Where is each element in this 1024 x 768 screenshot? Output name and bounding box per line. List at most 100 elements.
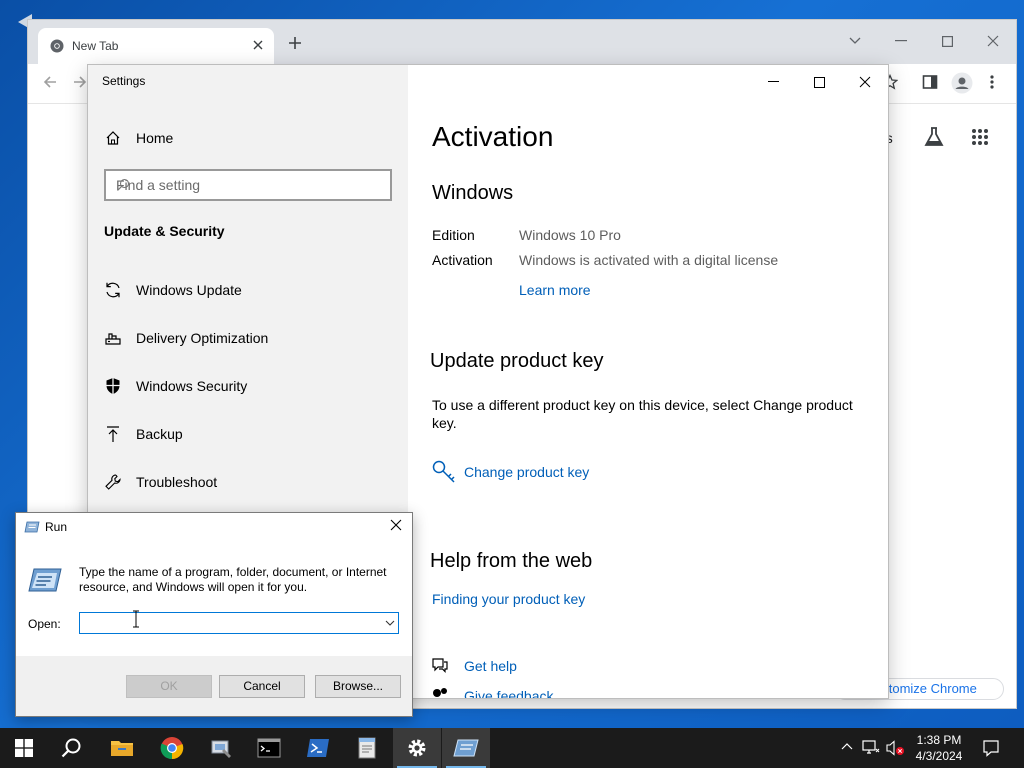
nav-windows-update[interactable]: Windows Update (104, 278, 242, 302)
nav-home-label: Home (136, 130, 174, 146)
chrome-tab-title: New Tab (72, 39, 119, 53)
nav-troubleshoot[interactable]: Troubleshoot (104, 470, 217, 494)
run-program-icon (28, 567, 62, 593)
notification-icon[interactable] (982, 739, 1000, 757)
app-taskbar-button-2[interactable] (343, 728, 391, 768)
settings-taskbar-button[interactable] (393, 728, 441, 768)
chrome-tab-new-tab[interactable]: New Tab (38, 28, 274, 64)
open-label: Open: (28, 617, 61, 631)
chrome-icon (160, 737, 184, 760)
google-apps-icon[interactable] (971, 128, 989, 146)
activation-label: Activation (432, 252, 493, 268)
cancel-button[interactable]: Cancel (219, 675, 305, 698)
browse-button[interactable]: Browse... (315, 675, 401, 698)
chrome-minimize-icon[interactable] (886, 28, 916, 54)
chrome-favicon-icon (50, 39, 64, 53)
file-explorer-button[interactable] (98, 728, 146, 768)
command-prompt-button[interactable] (245, 728, 293, 768)
nav-item-label: Delivery Optimization (136, 330, 269, 346)
settings-window-title: Settings (102, 74, 146, 88)
run-icon (453, 739, 479, 757)
nav-home[interactable]: Home (104, 126, 173, 150)
search-icon[interactable] (116, 178, 384, 192)
forward-arrow-icon[interactable] (72, 74, 88, 90)
chrome-maximize-icon[interactable] (932, 28, 962, 54)
customize-chrome-label: ustomize Chrome (875, 681, 977, 696)
update-key-heading: Update product key (430, 350, 604, 372)
settings-minimize-icon[interactable] (750, 69, 796, 95)
nav-item-label: Windows Update (136, 282, 242, 298)
home-icon (104, 129, 122, 147)
update-key-text: To use a different product key on this d… (432, 397, 853, 431)
group-title: Update & Security (104, 223, 225, 239)
run-close-icon[interactable] (390, 519, 402, 531)
terminal-icon (257, 738, 281, 758)
finding-product-key-link[interactable]: Finding your product key (432, 591, 585, 607)
profile-avatar-icon[interactable] (951, 72, 973, 94)
run-body: Type the name of a program, folder, docu… (16, 541, 412, 656)
run-taskbar-button[interactable] (442, 728, 490, 768)
find-setting-input[interactable]: Find a setting (104, 169, 392, 201)
delivery-icon (104, 329, 122, 347)
back-arrow-icon[interactable] (42, 74, 58, 90)
get-help-link[interactable]: Get help (464, 658, 517, 674)
chrome-close-icon[interactable] (978, 28, 1008, 54)
edition-label: Edition (432, 227, 475, 243)
nav-backup[interactable]: Backup (104, 422, 183, 446)
side-panel-icon[interactable] (922, 74, 938, 90)
settings-close-icon[interactable] (842, 69, 888, 95)
folder-icon (111, 741, 133, 756)
nav-windows-security[interactable]: Windows Security (104, 374, 247, 398)
nav-item-label: Windows Security (136, 378, 248, 394)
search-icon (61, 738, 81, 758)
run-dialog: Run Type the name of a program, folder, … (15, 512, 413, 717)
new-tab-icon[interactable] (288, 36, 302, 50)
windows-heading: Windows (432, 182, 514, 204)
nav-delivery-optimization[interactable]: Delivery Optimization (104, 326, 268, 350)
refresh-icon (104, 281, 122, 299)
get-help-icon (431, 657, 449, 673)
change-product-key-link[interactable]: Change product key (464, 464, 589, 480)
feedback-icon (432, 687, 448, 698)
chrome-menu-icon[interactable] (990, 74, 994, 90)
show-hidden-icons-icon[interactable] (841, 742, 853, 750)
activation-value: Windows is activated with a digital lice… (519, 252, 779, 268)
powershell-button[interactable] (294, 728, 342, 768)
run-description: Type the name of a program, folder, docu… (79, 565, 387, 594)
learn-more-link[interactable]: Learn more (519, 282, 591, 298)
chevron-down-icon[interactable] (385, 619, 395, 627)
wrench-icon (104, 473, 122, 491)
backup-icon (104, 425, 122, 443)
chrome-taskbar-button[interactable] (148, 728, 196, 768)
text-cursor-icon (132, 610, 140, 628)
clock-time: 1:38 PM (916, 733, 962, 747)
start-button[interactable] (0, 728, 48, 768)
gear-icon (408, 739, 426, 757)
help-heading: Help from the web (430, 550, 593, 572)
system-tool-icon (211, 740, 231, 758)
windows-logo-icon (15, 739, 33, 757)
page-title: Activation (432, 121, 554, 152)
taskbar-search-button[interactable] (48, 728, 96, 768)
tab-search-icon[interactable] (840, 28, 870, 54)
taskbar-clock[interactable]: 1:38 PM 4/3/2024 (900, 732, 978, 764)
run-title: Run (45, 520, 68, 534)
run-title-bar: Run (16, 513, 412, 541)
clock-date: 4/3/2024 (915, 749, 963, 763)
open-combobox[interactable] (79, 610, 399, 634)
settings-maximize-icon[interactable] (796, 69, 842, 95)
labs-flask-icon[interactable] (923, 126, 945, 148)
network-icon[interactable] (862, 740, 880, 756)
give-feedback-link[interactable]: Give feedback (464, 688, 554, 698)
edition-value: Windows 10 Pro (519, 227, 621, 243)
chrome-tab-strip: New Tab (28, 20, 1016, 64)
taskbar: 1:38 PM 4/3/2024 (0, 728, 1024, 768)
ok-button[interactable]: OK (126, 675, 212, 698)
powershell-icon (307, 739, 329, 757)
key-icon (431, 459, 457, 485)
shield-icon (104, 377, 122, 395)
app-taskbar-button-1[interactable] (197, 728, 245, 768)
close-tab-icon[interactable] (252, 39, 264, 51)
nav-item-label: Backup (136, 426, 183, 442)
run-app-icon (24, 520, 40, 534)
